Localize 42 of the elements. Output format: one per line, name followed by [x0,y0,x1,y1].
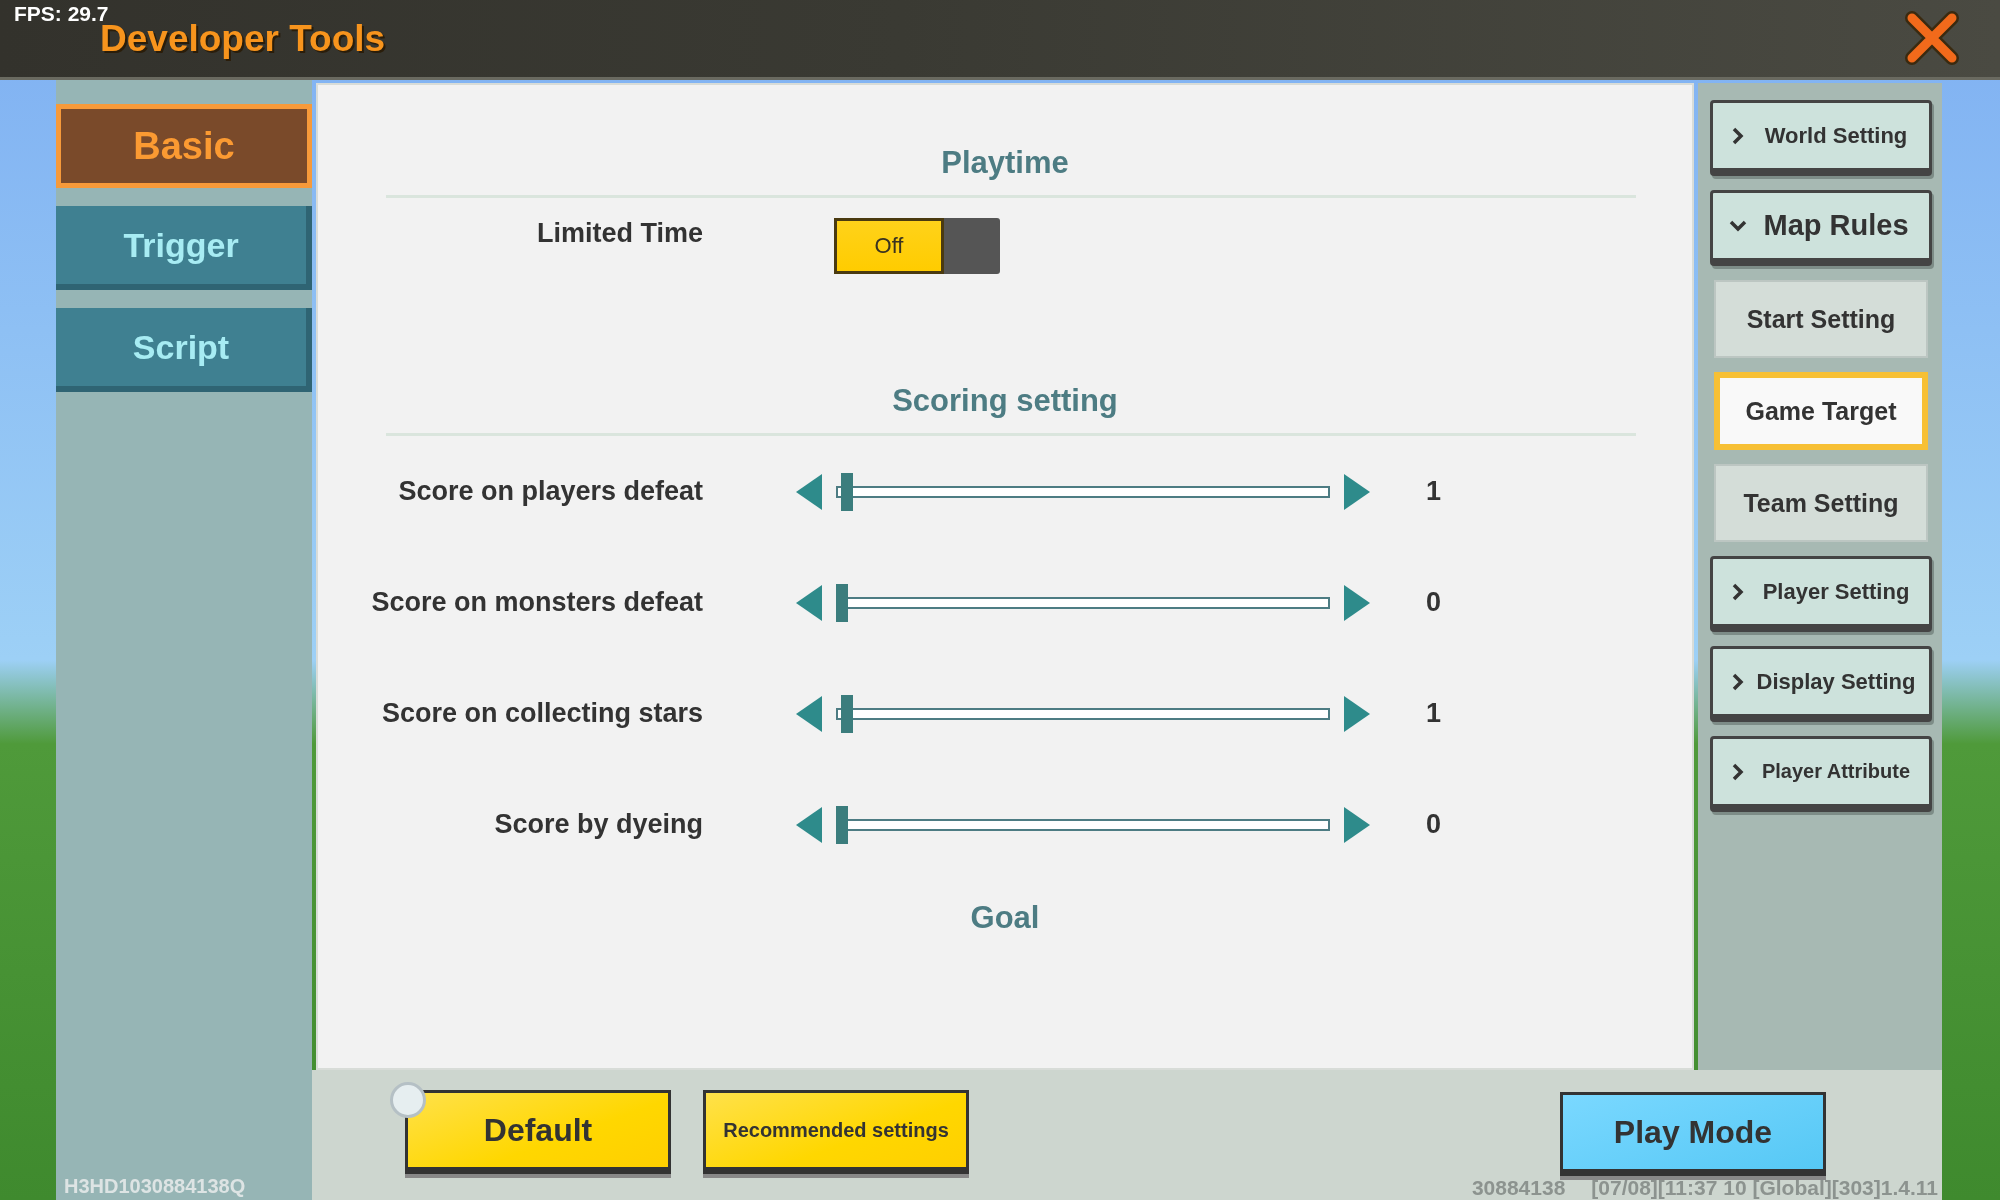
menu-item[interactable]: Team Setting [1714,464,1928,542]
section-heading: Playtime [941,145,1069,181]
version-info: [07/08][11:37 10 [Global][303]1.4.11 [1591,1176,1938,1200]
menu-group[interactable]: Player Setting [1710,556,1932,632]
decrement-arrow-icon[interactable] [796,473,822,510]
menu-group[interactable]: Map Rules [1710,190,1932,266]
section-heading: Goal [970,900,1040,936]
close-icon[interactable] [1904,10,1960,66]
slider-value: 1 [1426,476,1442,507]
slider[interactable] [836,805,1330,844]
menu-group[interactable]: World Setting [1710,100,1932,176]
setting-label: Score on monsters defeat [370,587,703,618]
slider[interactable] [836,583,1330,622]
decrement-arrow-icon[interactable] [796,584,822,621]
menu-item[interactable]: Start Setting [1714,280,1928,358]
increment-arrow-icon[interactable] [1344,695,1370,732]
setting-label: Score by dyeing [493,809,703,840]
circle-icon [390,1082,426,1118]
slider-value: 1 [1426,698,1442,729]
device-id: H3HD1030884138Q [63,1175,247,1199]
slider[interactable] [836,472,1330,511]
menu-group[interactable]: Display Setting [1710,646,1932,722]
slider-value: 0 [1426,809,1442,840]
slider-value: 0 [1426,587,1442,618]
setting-label: Score on collecting stars [380,698,703,729]
increment-arrow-icon[interactable] [1344,473,1370,510]
slider-thumb[interactable] [840,472,853,511]
setting-label: Score on players defeat [397,476,703,507]
increment-arrow-icon[interactable] [1344,584,1370,621]
decrement-arrow-icon[interactable] [796,806,822,843]
slider-thumb[interactable] [840,694,853,733]
section-heading: Scoring setting [892,383,1118,419]
menu-item[interactable]: Game Target [1714,372,1928,450]
increment-arrow-icon[interactable] [1344,806,1370,843]
decrement-arrow-icon[interactable] [796,695,822,732]
version-info: 30884138 [1471,1176,1566,1200]
setting-label: Limited Time [535,218,703,249]
slider[interactable] [836,694,1330,733]
menu-group[interactable]: Player Attribute [1710,736,1932,812]
toggle-switch[interactable]: Off [834,218,1000,274]
slider-thumb[interactable] [836,583,848,622]
slider-thumb[interactable] [836,805,848,844]
